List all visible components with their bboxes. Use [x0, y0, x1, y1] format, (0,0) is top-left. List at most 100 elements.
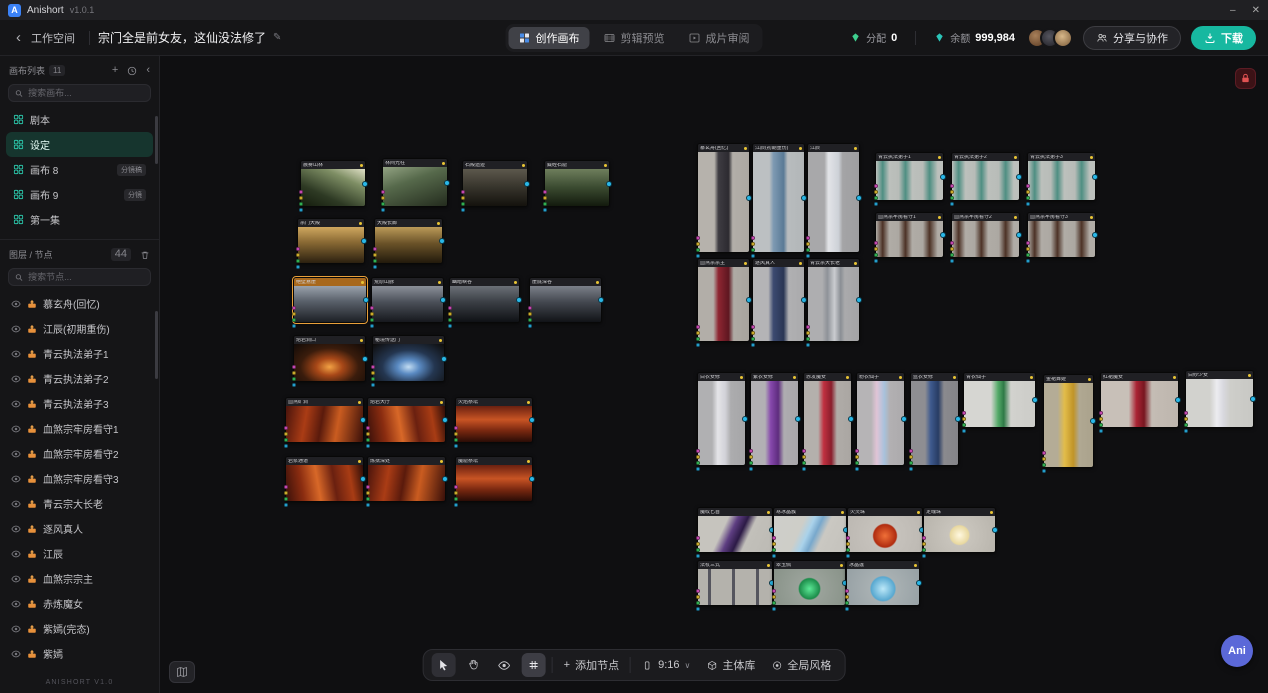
eye-icon[interactable]	[11, 524, 21, 534]
output-port[interactable]	[1016, 232, 1022, 238]
eye-icon[interactable]	[11, 599, 21, 609]
grid-snap-button[interactable]	[522, 653, 546, 677]
minimize-icon[interactable]: –	[1230, 5, 1236, 16]
export-node-icon[interactable]	[27, 374, 37, 384]
canvas-node-card[interactable]: 定魂珠	[923, 507, 996, 553]
input-ports[interactable]	[284, 485, 288, 507]
share-collaborate-button[interactable]: 分享与协作	[1083, 26, 1181, 50]
canvas-node-card[interactable]: 血煞矿洞	[285, 397, 364, 443]
back-button[interactable]: ‹	[12, 30, 25, 45]
eye-icon[interactable]	[11, 574, 21, 584]
canvas-node-card[interactable]: 藏经石窟	[544, 160, 610, 207]
ai-assistant-fab[interactable]: Ani	[1221, 635, 1253, 667]
output-port[interactable]	[1250, 396, 1256, 402]
add-canvas-icon[interactable]: +	[112, 65, 118, 76]
input-ports[interactable]	[1099, 411, 1103, 433]
input-ports[interactable]	[454, 426, 458, 448]
canvas-node-card[interactable]: 魔窟祭坛	[455, 456, 533, 502]
tab-final-review[interactable]: 成片审阅	[679, 27, 760, 49]
canvas-node-card[interactable]: 青云执法弟子1	[875, 152, 944, 201]
canvas-node-card[interactable]: 江辰	[807, 143, 860, 253]
input-ports[interactable]	[962, 411, 966, 433]
lock-button[interactable]	[1235, 68, 1256, 89]
canvas-node-card[interactable]: 林间光柱	[382, 158, 448, 207]
input-ports[interactable]	[381, 190, 385, 212]
canvas-node-card[interactable]: 绝壁悬崖	[293, 277, 367, 323]
input-ports[interactable]	[922, 536, 926, 558]
collaborator-avatars[interactable]	[1027, 28, 1073, 48]
layer-node-item[interactable]: 血煞宗牢房看守1	[6, 416, 153, 441]
canvas-node-card[interactable]: 荒原山脉	[371, 277, 444, 323]
pan-tool-button[interactable]	[462, 653, 486, 677]
input-ports[interactable]	[806, 236, 810, 258]
canvas-node-card[interactable]: 冰晶莲	[846, 560, 920, 606]
output-port[interactable]	[516, 297, 522, 303]
output-port[interactable]	[1092, 174, 1098, 180]
aspect-ratio-dropdown[interactable]: 9:16 ∨	[637, 659, 695, 671]
eye-icon[interactable]	[11, 624, 21, 634]
output-port[interactable]	[940, 174, 946, 180]
output-port[interactable]	[992, 527, 998, 533]
input-ports[interactable]	[772, 589, 776, 611]
input-ports[interactable]	[751, 236, 755, 258]
canvas-node-card[interactable]: 紫衣女修	[750, 372, 799, 466]
output-port[interactable]	[742, 416, 748, 422]
output-port[interactable]	[362, 356, 368, 362]
output-port[interactable]	[360, 417, 366, 423]
layer-node-item[interactable]: 青云执法弟子3	[6, 391, 153, 416]
canvas-node-card[interactable]: 血煞宗宗主	[697, 258, 750, 342]
export-node-icon[interactable]	[27, 624, 37, 634]
canvas-list-item[interactable]: 画布 9分镜	[6, 182, 153, 207]
download-button[interactable]: 下载	[1191, 26, 1256, 50]
input-ports[interactable]	[950, 184, 954, 206]
layer-node-item[interactable]: 青云宗大长老	[6, 491, 153, 516]
input-ports[interactable]	[528, 306, 532, 328]
history-clock-icon[interactable]	[127, 66, 137, 76]
eye-icon[interactable]	[11, 424, 21, 434]
output-port[interactable]	[916, 580, 922, 586]
tab-edit-preview[interactable]: 剪辑预览	[594, 27, 675, 49]
input-ports[interactable]	[855, 449, 859, 471]
layer-node-item[interactable]: 紫嫣(完态)	[6, 616, 153, 641]
canvas-node-card[interactable]: 金裙舞姬	[1043, 374, 1094, 468]
input-ports[interactable]	[751, 325, 755, 347]
canvas-node-card[interactable]: 石殿遗迹	[462, 160, 528, 207]
export-node-icon[interactable]	[27, 299, 37, 309]
output-port[interactable]	[444, 180, 450, 186]
output-port[interactable]	[361, 238, 367, 244]
input-ports[interactable]	[1042, 451, 1046, 473]
output-port[interactable]	[529, 417, 535, 423]
edit-title-icon[interactable]: ✎	[273, 32, 281, 43]
export-node-icon[interactable]	[27, 574, 37, 584]
input-ports[interactable]	[296, 247, 300, 269]
input-ports[interactable]	[874, 241, 878, 263]
input-ports[interactable]	[1026, 184, 1030, 206]
canvas-node-card[interactable]: 熔岩大厅	[367, 397, 446, 443]
close-icon[interactable]: ✕	[1252, 5, 1260, 16]
canvas-node-card[interactable]: 青衣仙子	[963, 372, 1036, 428]
output-port[interactable]	[1032, 397, 1038, 403]
canvas-list-item[interactable]: 设定	[6, 132, 153, 157]
eye-icon[interactable]	[11, 349, 21, 359]
layer-node-item[interactable]: 血煞宗牢房看守2	[6, 441, 153, 466]
canvas-node-card[interactable]: 法杖三式	[697, 560, 773, 606]
output-port[interactable]	[442, 417, 448, 423]
input-ports[interactable]	[696, 536, 700, 558]
export-node-icon[interactable]	[27, 599, 37, 609]
canvas-node-card[interactable]: 幽暗峡谷	[449, 277, 520, 323]
input-ports[interactable]	[1184, 411, 1188, 433]
canvas-node-card[interactable]: 青云执法弟子3	[1027, 152, 1096, 201]
layer-node-item[interactable]: 血煞宗牢房看守3	[6, 466, 153, 491]
export-node-icon[interactable]	[27, 649, 37, 659]
canvas-node-card[interactable]: 血煞宗牢房看守2	[951, 212, 1020, 258]
input-ports[interactable]	[950, 241, 954, 263]
canvas-node-card[interactable]: 翠玉佩	[773, 560, 846, 606]
canvas-viewport[interactable]: 晨雾山林林间光柱石殿遗迹藏经石窟宗门大殿大殿长廊绝壁悬崖荒原山脉幽暗峡谷崖底深谷…	[160, 56, 1268, 693]
canvas-node-card[interactable]: 慕玄舟(回忆)	[697, 143, 750, 253]
eye-icon[interactable]	[11, 299, 21, 309]
canvas-list-item[interactable]: 剧本	[6, 107, 153, 132]
canvas-node-card[interactable]: 青云宗大长老	[807, 258, 860, 342]
eye-icon[interactable]	[11, 499, 21, 509]
output-port[interactable]	[606, 181, 612, 187]
input-ports[interactable]	[846, 536, 850, 558]
